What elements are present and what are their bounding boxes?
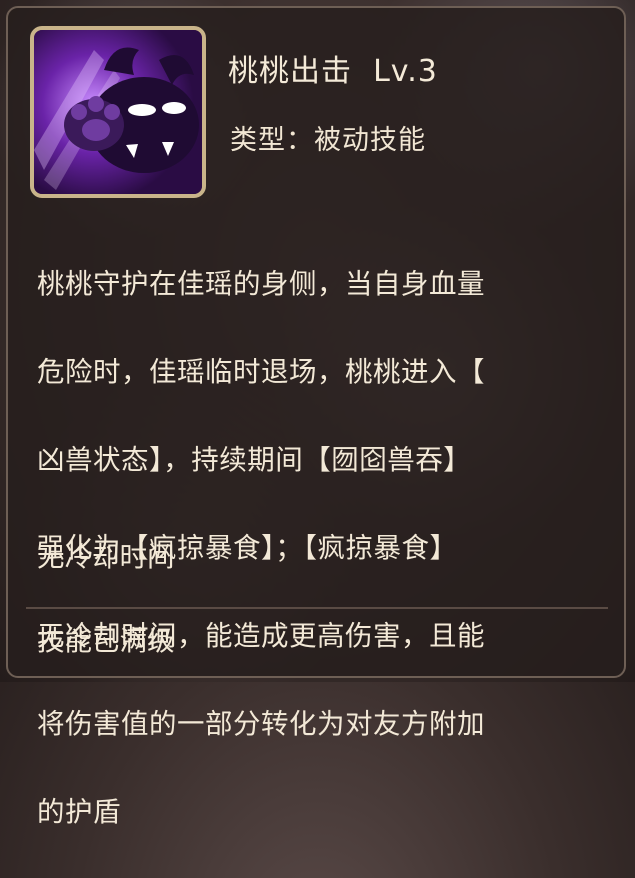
skill-icon-frame [30, 26, 206, 198]
skill-type: 类型：被动技能 [230, 125, 426, 156]
description-line: 的护盾 [37, 796, 121, 828]
skill-level: Lv.3 [373, 54, 438, 89]
max-level-text: 技能已满级 [37, 625, 175, 657]
purple-beast-icon [34, 30, 202, 194]
description-line: 将伤害值的一部分转化为对友方附加 [37, 708, 485, 740]
divider [26, 607, 608, 609]
skill-name: 桃桃出击 [228, 54, 352, 89]
description-line: 危险时，佳瑶临时退场，桃桃进入【 [37, 356, 485, 388]
skill-title: 桃桃出击 Lv.3 [228, 46, 438, 90]
description-line: 凶兽状态】，持续期间【囫囵兽吞】 [37, 444, 472, 476]
description-line: 桃桃守护在佳瑶的身侧，当自身血量 [37, 268, 485, 300]
cooldown-text: 无冷却时间 [37, 541, 175, 573]
